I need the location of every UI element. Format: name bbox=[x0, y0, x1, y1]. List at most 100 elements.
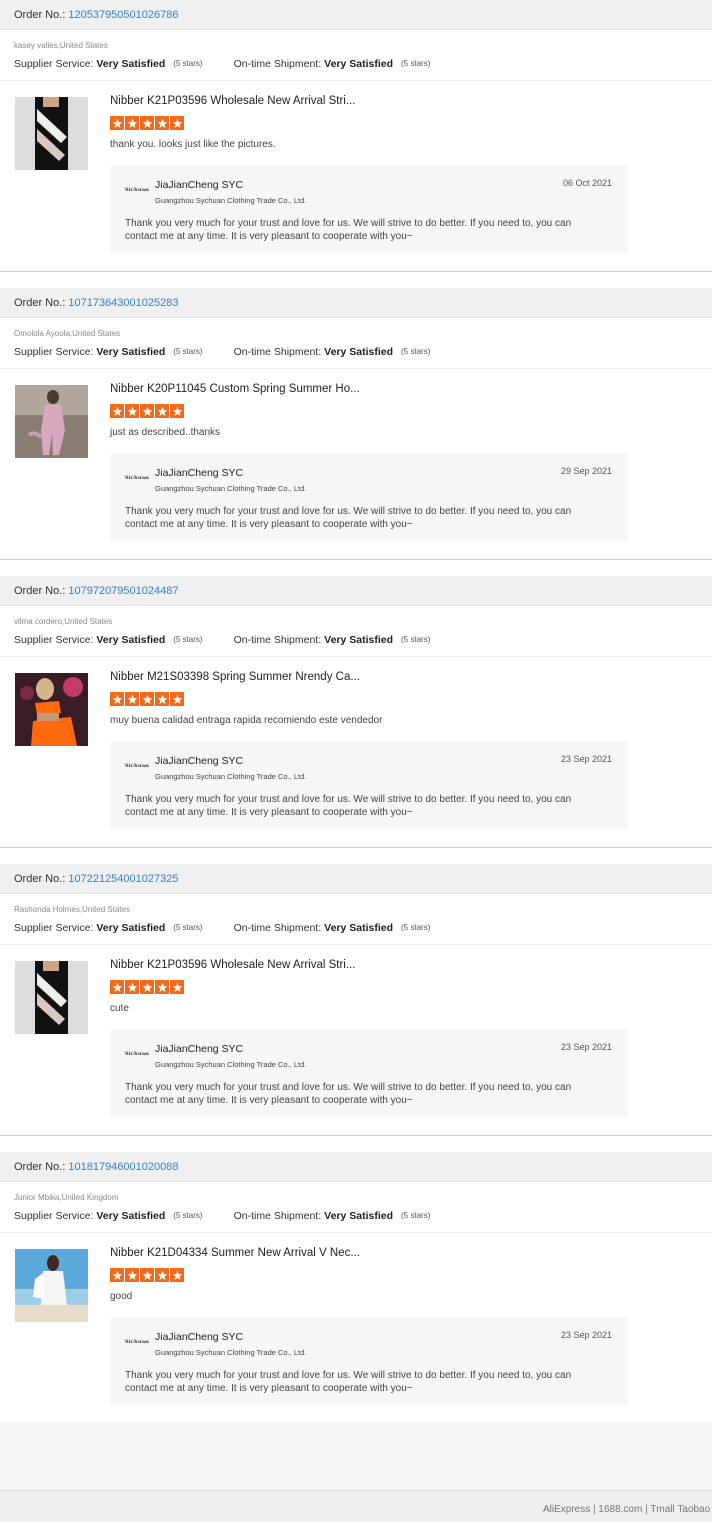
seller-logo: Sichuan bbox=[125, 1051, 150, 1057]
product-thumbnail[interactable] bbox=[15, 961, 88, 1034]
footer-links[interactable]: AliExpress | 1688.com | Tmall Taobao bbox=[543, 1504, 710, 1515]
seller-name: JiaJianCheng SYC bbox=[155, 1331, 244, 1343]
seller-name: JiaJianCheng SYC bbox=[155, 467, 244, 479]
order-no-link[interactable]: 107221254001027325 bbox=[68, 873, 178, 885]
supplier-service-value: Very Satisfied bbox=[96, 58, 166, 70]
review-card: Order No.: 120537950501026786 kasey vall… bbox=[0, 0, 712, 272]
review-comment: good bbox=[110, 1291, 133, 1302]
seller-logo: Sichuan bbox=[125, 475, 150, 481]
review-card: Order No.: 107972079501024487 vilma cord… bbox=[0, 576, 712, 848]
review-card: Order No.: 101817946001020088 Junior Mbi… bbox=[0, 1152, 712, 1424]
reply-message: Thank you very much for your trust and l… bbox=[125, 218, 572, 242]
divider bbox=[0, 368, 712, 369]
buyer-name: Omolola Ayoola,United States bbox=[14, 329, 121, 338]
reply-message: Thank you very much for your trust and l… bbox=[125, 794, 572, 818]
order-no-link[interactable]: 107972079501024487 bbox=[68, 585, 178, 597]
star-icon bbox=[110, 692, 124, 706]
order-no-label: Order No.: bbox=[14, 872, 66, 885]
seller-company: Guangzhou Sychuan Clothing Trade Co., Lt… bbox=[155, 772, 307, 781]
product-thumbnail[interactable] bbox=[15, 385, 88, 458]
supplier-service-stars: (5 stars) bbox=[173, 347, 203, 356]
divider bbox=[0, 1232, 712, 1233]
product-thumbnail[interactable] bbox=[15, 97, 88, 170]
shipment-value: Very Satisfied bbox=[324, 922, 394, 934]
order-bar: Order No.: 101817946001020088 bbox=[0, 1152, 712, 1182]
star-icon bbox=[140, 1268, 154, 1282]
shipment-value: Very Satisfied bbox=[324, 1210, 394, 1222]
star-icon bbox=[125, 692, 139, 706]
rating-stars bbox=[110, 1268, 184, 1282]
reply-date: 29 Sep 2021 bbox=[560, 466, 612, 476]
divider bbox=[0, 271, 712, 272]
seller-company: Guangzhou Sychuan Clothing Trade Co., Lt… bbox=[155, 484, 307, 493]
shipment-stars: (5 stars) bbox=[401, 347, 431, 356]
shipment-label: On-time Shipment: bbox=[233, 346, 322, 358]
order-no-label: Order No.: bbox=[14, 296, 66, 309]
order-no-label: Order No.: bbox=[14, 584, 66, 597]
product-thumbnail[interactable] bbox=[15, 1249, 88, 1322]
star-icon bbox=[110, 404, 124, 418]
seller-name: JiaJianCheng SYC bbox=[155, 1043, 244, 1055]
review-card: Order No.: 107173643001025283 Omolola Ay… bbox=[0, 288, 712, 560]
buyer-name: vilma cordero,United States bbox=[14, 617, 113, 626]
supplier-service-stars: (5 stars) bbox=[173, 923, 203, 932]
star-icon bbox=[170, 692, 184, 706]
rating-stars bbox=[110, 980, 184, 994]
product-title[interactable]: Nibber K21P03596 Wholesale New Arrival S… bbox=[110, 95, 355, 107]
star-icon bbox=[125, 1268, 139, 1282]
buyer-name: Rashonda Holmes,United States bbox=[14, 905, 131, 914]
buyer-name: Junior Mbika,United Kingdom bbox=[14, 1193, 119, 1202]
seller-ratings: Supplier Service: Very Satisfied (5 star… bbox=[0, 921, 712, 935]
product-title[interactable]: Nibber K20P11045 Custom Spring Summer Ho… bbox=[110, 383, 360, 395]
reply-date: 23 Sep 2021 bbox=[560, 754, 612, 764]
supplier-service-stars: (5 stars) bbox=[173, 1211, 203, 1220]
star-icon bbox=[110, 1268, 124, 1282]
order-no-link[interactable]: 107173643001025283 bbox=[68, 297, 178, 309]
supplier-service-value: Very Satisfied bbox=[96, 634, 166, 646]
seller-company: Guangzhou Sychuan Clothing Trade Co., Lt… bbox=[155, 196, 307, 205]
shipment-stars: (5 stars) bbox=[401, 59, 431, 68]
seller-reply: Sichuan JiaJianCheng SYC Guangzhou Sychu… bbox=[110, 1317, 628, 1405]
star-icon bbox=[170, 1268, 184, 1282]
rating-stars bbox=[110, 692, 184, 706]
divider bbox=[0, 944, 712, 945]
star-icon bbox=[140, 980, 154, 994]
review-comment: thank you. looks just like the pictures. bbox=[110, 139, 276, 150]
product-title[interactable]: Nibber K21P03596 Wholesale New Arrival S… bbox=[110, 959, 355, 971]
star-icon bbox=[110, 116, 124, 130]
review-card: Order No.: 107221254001027325 Rashonda H… bbox=[0, 864, 712, 1136]
order-no-link[interactable]: 120537950501026786 bbox=[68, 9, 178, 21]
review-comment: just as described..thanks bbox=[110, 427, 221, 438]
star-icon bbox=[140, 116, 154, 130]
seller-reply: Sichuan JiaJianCheng SYC Guangzhou Sychu… bbox=[110, 165, 628, 253]
product-title[interactable]: Nibber K21D04334 Summer New Arrival V Ne… bbox=[110, 1247, 360, 1259]
seller-reply: Sichuan JiaJianCheng SYC Guangzhou Sychu… bbox=[110, 453, 628, 541]
divider bbox=[0, 847, 712, 848]
seller-logo: Sichuan bbox=[125, 187, 150, 193]
shipment-stars: (5 stars) bbox=[401, 923, 431, 932]
reply-date: 06 Oct 2021 bbox=[562, 178, 612, 188]
supplier-service-label: Supplier Service: bbox=[14, 634, 94, 646]
divider bbox=[0, 1135, 712, 1136]
rating-stars bbox=[110, 404, 184, 418]
order-no-label: Order No.: bbox=[14, 8, 66, 21]
site-footer: AliExpress | 1688.com | Tmall Taobao bbox=[0, 1490, 712, 1522]
product-title[interactable]: Nibber M21S03398 Spring Summer Nrendy Ca… bbox=[110, 671, 360, 683]
divider bbox=[0, 559, 712, 560]
supplier-service-label: Supplier Service: bbox=[14, 922, 94, 934]
shipment-label: On-time Shipment: bbox=[233, 1210, 322, 1222]
seller-ratings: Supplier Service: Very Satisfied (5 star… bbox=[0, 633, 712, 647]
product-thumbnail[interactable] bbox=[15, 673, 88, 746]
order-no-link[interactable]: 101817946001020088 bbox=[68, 1161, 178, 1173]
rating-stars bbox=[110, 116, 184, 130]
shipment-stars: (5 stars) bbox=[401, 635, 431, 644]
seller-logo: Sichuan bbox=[125, 1339, 150, 1345]
shipment-value: Very Satisfied bbox=[324, 58, 394, 70]
star-icon bbox=[125, 404, 139, 418]
seller-company: Guangzhou Sychuan Clothing Trade Co., Lt… bbox=[155, 1348, 307, 1357]
supplier-service-label: Supplier Service: bbox=[14, 346, 94, 358]
supplier-service-stars: (5 stars) bbox=[173, 635, 203, 644]
star-icon bbox=[170, 404, 184, 418]
reply-message: Thank you very much for your trust and l… bbox=[125, 1370, 572, 1394]
divider bbox=[0, 656, 712, 657]
